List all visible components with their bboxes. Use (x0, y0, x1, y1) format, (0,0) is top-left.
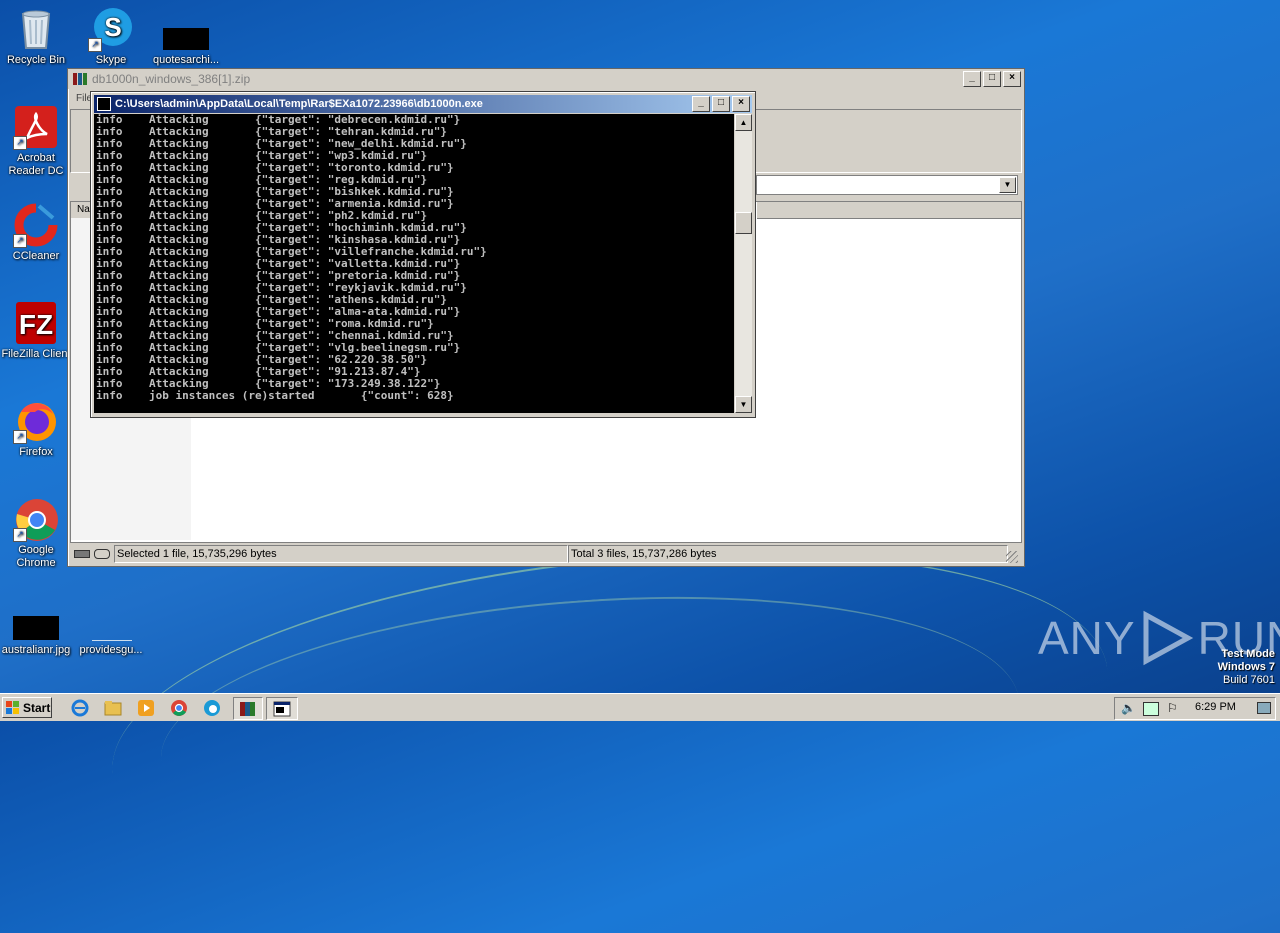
status-total: Total 3 files, 15,737,286 bytes (568, 545, 1008, 563)
test-mode-line3: Build 7601 (1223, 674, 1275, 686)
chrome-icon: ↗ (13, 496, 59, 542)
winrar-taskbar-icon[interactable] (233, 697, 263, 720)
close-button[interactable]: × (1003, 71, 1021, 87)
desktop-icon-providesgu[interactable]: providesgu... (75, 612, 147, 657)
edge-icon[interactable] (200, 697, 224, 718)
desktop-icon-label: quotesarchi... (152, 54, 220, 66)
windows-logo-icon (6, 700, 19, 714)
console-maximize-button[interactable]: □ (712, 96, 730, 112)
winrar-status-bar: Selected 1 file, 15,735,296 bytes Total … (70, 545, 1020, 563)
resize-grip-icon[interactable] (1006, 551, 1018, 563)
skype-icon: S ↗ (88, 6, 134, 52)
shortcut-arrow-icon: ↗ (13, 234, 27, 248)
scroll-thumb[interactable] (735, 212, 752, 234)
test-mode-line2: Windows 7 (1217, 661, 1275, 673)
column-header-bar (757, 202, 1021, 219)
shortcut-arrow-icon: ↗ (13, 136, 27, 150)
desktop-icon-chrome[interactable]: ↗ Google Chrome (0, 496, 72, 570)
start-button[interactable]: Start (2, 697, 52, 718)
test-mode-line1: Test Mode (1221, 648, 1275, 660)
desktop-icon-acrobat[interactable]: ↗ Acrobat Reader DC (0, 104, 72, 178)
desktop-icon-label: Google Chrome (16, 544, 56, 569)
clock[interactable]: 6:29 PM (1195, 701, 1236, 713)
shortcut-arrow-icon: ↗ (88, 38, 102, 52)
svg-text:FZ: FZ (19, 309, 53, 340)
console-taskbar-icon[interactable] (266, 697, 298, 720)
desktop-icon-label: providesgu... (79, 644, 143, 656)
desktop-icon-recycle-bin[interactable]: Recycle Bin (0, 6, 72, 67)
file-thumbnail-icon (163, 6, 209, 52)
scroll-down-button[interactable]: ▼ (735, 396, 752, 413)
chrome-taskbar-icon[interactable] (167, 697, 191, 718)
key-icon (94, 549, 110, 559)
desktop-icon-label: Firefox (19, 446, 53, 458)
console-scrollbar[interactable]: ▲ ▼ (735, 114, 752, 413)
desktop-icon-label: FileZilla Client (1, 348, 71, 360)
winrar-address-bar[interactable]: ▼ (756, 175, 1018, 195)
show-desktop-icon[interactable] (1257, 702, 1271, 714)
filezilla-icon: FZ (13, 300, 59, 346)
image-thumbnail-icon (13, 612, 59, 642)
file-thumbnail-icon (88, 612, 134, 642)
test-mode-label: Test Mode Windows 7 Build 7601 (1150, 648, 1275, 687)
system-tray: 🔈 ⚐ 6:29 PM (1114, 697, 1276, 720)
desktop-icon-ccleaner[interactable]: ↗ CCleaner (0, 202, 72, 263)
console-app-icon (97, 97, 111, 111)
console-title: C:\Users\admin\AppData\Local\Temp\Rar$EX… (115, 98, 483, 110)
acrobat-icon: ↗ (13, 104, 59, 150)
status-selected: Selected 1 file, 15,735,296 bytes (114, 545, 568, 563)
volume-icon[interactable]: 🔈 (1121, 701, 1136, 715)
network-icon[interactable] (1143, 702, 1159, 716)
recycle-bin-icon (13, 6, 59, 52)
svg-text:S: S (104, 12, 121, 42)
start-label: Start (23, 700, 51, 715)
desktop-icon-label: Recycle Bin (6, 54, 66, 66)
firefox-icon: ↗ (13, 398, 59, 444)
console-close-button[interactable]: × (732, 96, 750, 112)
drive-icon (74, 550, 90, 558)
winrar-title: db1000n_windows_386[1].zip (92, 72, 251, 86)
maximize-button[interactable]: □ (983, 71, 1001, 87)
media-player-icon[interactable] (134, 697, 158, 718)
ie-icon[interactable] (68, 697, 92, 718)
minimize-button[interactable]: _ (963, 71, 981, 87)
desktop-icon-australianr[interactable]: australianr.jpg (0, 612, 72, 657)
console-window[interactable]: C:\Users\admin\AppData\Local\Temp\Rar$EX… (90, 91, 756, 418)
desktop-icon-label: Skype (95, 54, 127, 66)
desktop-icon-filezilla[interactable]: FZ FileZilla Client (0, 300, 72, 361)
desktop-icon-label: Acrobat Reader DC (8, 152, 64, 177)
desktop-icon-label: australianr.jpg (1, 644, 71, 656)
desktop-icon-skype[interactable]: S ↗ Skype (75, 6, 147, 67)
desktop-icon-firefox[interactable]: ↗ Firefox (0, 398, 72, 459)
winrar-titlebar[interactable]: db1000n_windows_386[1].zip _ □ × (68, 69, 1024, 89)
console-output[interactable]: info Attacking {"target": "debrecen.kdmi… (94, 114, 734, 413)
winrar-icon (73, 73, 87, 85)
desktop-icon-quotesarchi[interactable]: quotesarchi... (150, 6, 222, 67)
flag-icon[interactable]: ⚐ (1167, 701, 1178, 715)
winrar-menu-file[interactable]: File (76, 93, 90, 104)
ccleaner-icon: ↗ (13, 202, 59, 248)
desktop-icon-label: CCleaner (12, 250, 60, 262)
watermark-brand-left: ANY (1038, 612, 1136, 664)
shortcut-arrow-icon: ↗ (13, 528, 27, 542)
scroll-up-button[interactable]: ▲ (735, 114, 752, 131)
console-titlebar[interactable]: C:\Users\admin\AppData\Local\Temp\Rar$EX… (94, 95, 752, 113)
explorer-icon[interactable] (101, 697, 125, 718)
console-line: info job instances (re)started {"count":… (96, 389, 454, 402)
chevron-down-icon[interactable]: ▼ (999, 177, 1016, 193)
console-minimize-button[interactable]: _ (692, 96, 710, 112)
taskbar: Start 🔈 ⚐ 6:29 PM (0, 693, 1280, 721)
shortcut-arrow-icon: ↗ (13, 430, 27, 444)
